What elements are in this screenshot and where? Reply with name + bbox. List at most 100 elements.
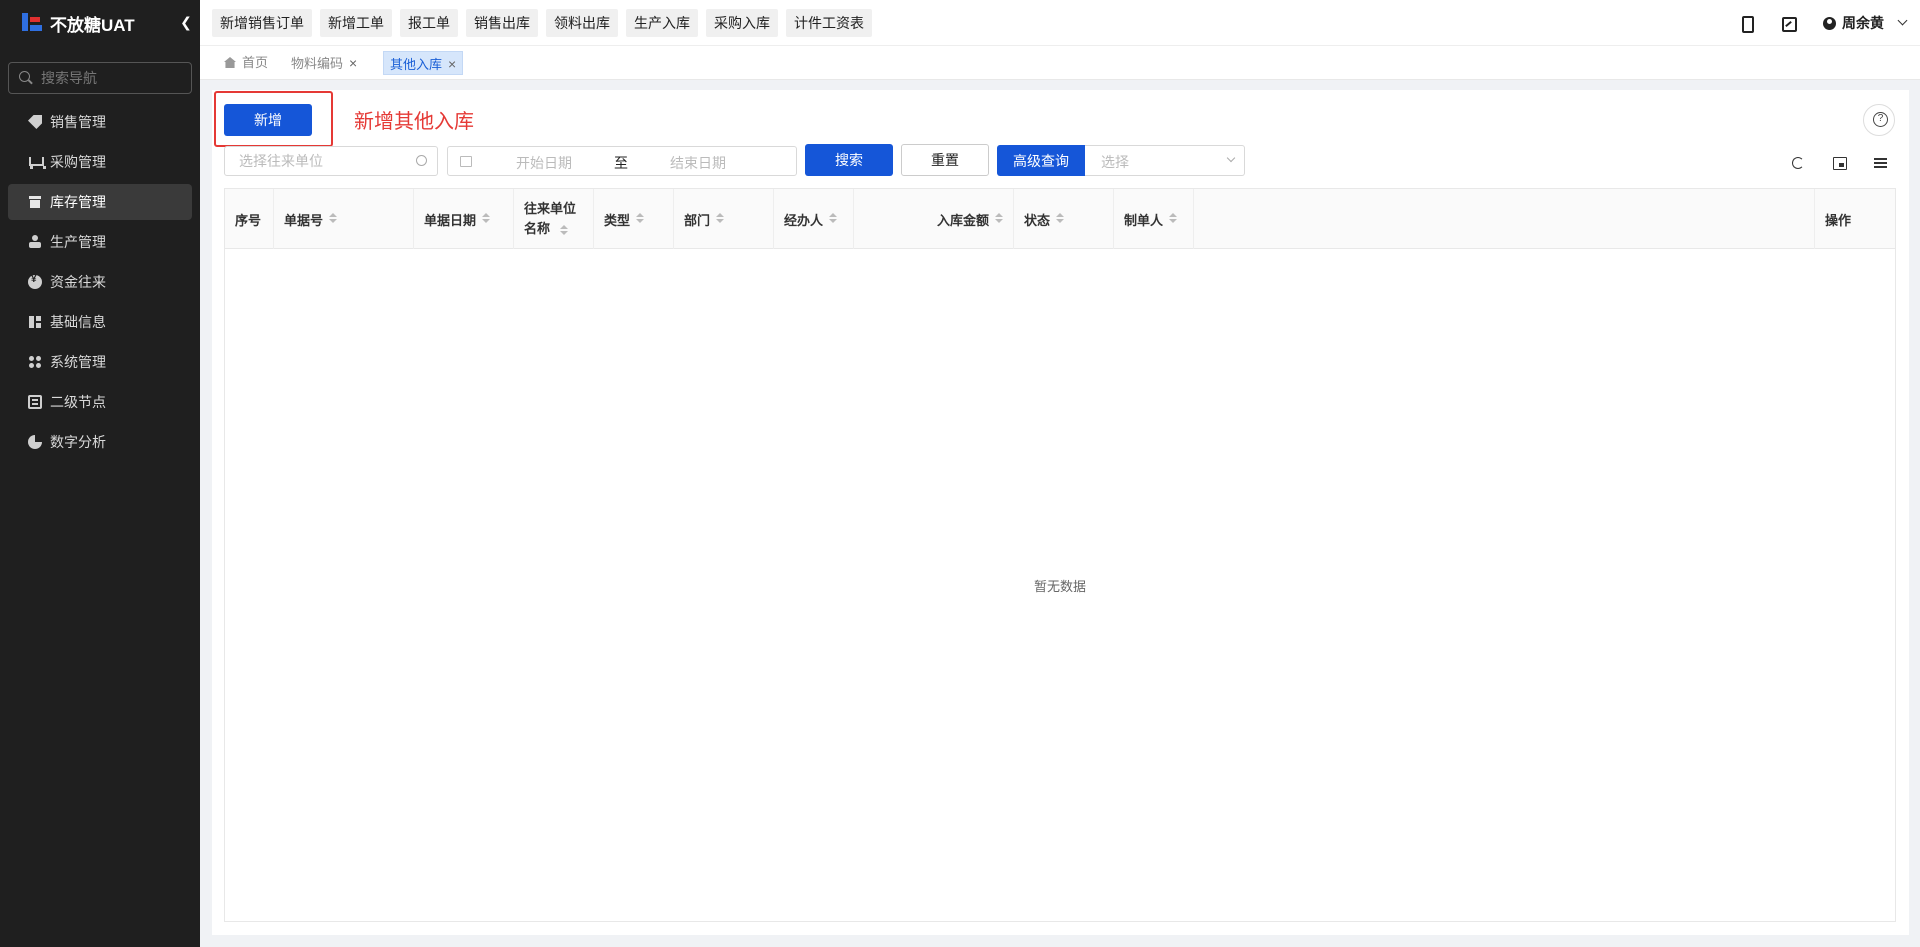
sort-icon[interactable] bbox=[1169, 213, 1178, 225]
column-header-status[interactable]: 状态 bbox=[1014, 189, 1114, 249]
collapse-sidebar-icon[interactable]: ❮ bbox=[178, 14, 194, 30]
production-icon bbox=[28, 235, 42, 249]
home-icon bbox=[224, 57, 236, 68]
column-header-doc-no[interactable]: 单据号 bbox=[274, 189, 414, 249]
partner-select[interactable] bbox=[224, 146, 438, 176]
mobile-icon[interactable] bbox=[1739, 15, 1755, 33]
sidebar-item-purchase[interactable]: 采购管理 bbox=[8, 144, 192, 180]
column-header-handler[interactable]: 经办人 bbox=[774, 189, 854, 249]
sort-icon[interactable] bbox=[560, 225, 568, 237]
help-icon[interactable] bbox=[1863, 104, 1895, 136]
start-date-input[interactable]: 开始日期 bbox=[516, 153, 572, 173]
node-icon bbox=[28, 395, 42, 409]
sidebar-item-label: 采购管理 bbox=[50, 154, 106, 170]
sort-icon[interactable] bbox=[329, 213, 338, 225]
table-header: 序号 单据号 单据日期 往来单位名称 类型 部门 经办人 入库金额 状态 制单人… bbox=[225, 189, 1895, 249]
cart-icon bbox=[28, 155, 46, 169]
chevron-down-icon bbox=[1226, 153, 1236, 163]
empty-state: 暂无数据 bbox=[225, 249, 1895, 921]
column-header-type[interactable]: 类型 bbox=[594, 189, 674, 249]
sidebar-item-base-info[interactable]: 基础信息 bbox=[8, 304, 192, 340]
column-label: 经办人 bbox=[784, 212, 824, 228]
column-header-department[interactable]: 部门 bbox=[674, 189, 774, 249]
column-header-doc-date[interactable]: 单据日期 bbox=[414, 189, 514, 249]
page-tabs: 首页 物料编码 × 其他入库 × bbox=[200, 46, 1920, 80]
sort-icon[interactable] bbox=[482, 213, 491, 225]
column-label: 状态 bbox=[1024, 212, 1051, 228]
refresh-icon[interactable] bbox=[1790, 155, 1806, 171]
date-range-picker[interactable]: 开始日期 至 结束日期 bbox=[447, 146, 797, 176]
brand-title: 不放糖UAT bbox=[50, 15, 135, 35]
sidebar-item-inventory[interactable]: 库存管理 bbox=[8, 184, 192, 220]
sidebar-item-sub-node[interactable]: 二级节点 bbox=[8, 384, 192, 420]
user-icon bbox=[1823, 16, 1836, 30]
sidebar-item-label: 系统管理 bbox=[50, 354, 106, 370]
density-icon[interactable] bbox=[1832, 155, 1848, 171]
column-header-amount[interactable]: 入库金额 bbox=[854, 189, 1014, 249]
sidebar-item-finance[interactable]: 资金往来 bbox=[8, 264, 192, 300]
sort-icon[interactable] bbox=[716, 213, 725, 225]
range-separator: 至 bbox=[614, 155, 628, 171]
sidebar-item-production[interactable]: 生产管理 bbox=[8, 224, 192, 260]
tag-icon bbox=[28, 115, 42, 129]
column-label: 单据日期 bbox=[424, 212, 477, 228]
system-icon bbox=[28, 355, 42, 369]
quick-link-work-report[interactable]: 报工单 bbox=[400, 9, 458, 37]
nav-search-input[interactable] bbox=[41, 70, 181, 86]
add-annotation: 新增其他入库 bbox=[354, 111, 474, 133]
sidebar: 不放糖UAT ❮ 销售管理 采购管理 库存管理 生产管理 资金往来 基础信息 系… bbox=[0, 0, 200, 947]
column-header-actions: 操作 bbox=[1815, 189, 1895, 249]
column-label: 单据号 bbox=[284, 212, 324, 228]
sidebar-item-label: 资金往来 bbox=[50, 274, 106, 290]
top-bar: 新增销售订单 新增工单 报工单 销售出库 领料出库 生产入库 采购入库 计件工资… bbox=[200, 0, 1920, 46]
brand: 不放糖UAT ❮ bbox=[0, 0, 200, 46]
sort-icon[interactable] bbox=[1056, 213, 1065, 225]
sidebar-item-system[interactable]: 系统管理 bbox=[8, 344, 192, 380]
brand-logo-icon bbox=[20, 11, 44, 35]
sidebar-item-label: 数字分析 bbox=[50, 434, 106, 450]
add-button[interactable]: 新增 bbox=[224, 104, 312, 136]
calendar-icon bbox=[460, 156, 472, 167]
sort-icon[interactable] bbox=[829, 213, 838, 225]
quick-link-material-outbound[interactable]: 领料出库 bbox=[546, 9, 618, 37]
tab-other-inbound[interactable]: 其他入库 × bbox=[383, 51, 464, 76]
column-header-filler bbox=[1194, 189, 1815, 249]
sidebar-item-label: 销售管理 bbox=[50, 114, 106, 130]
column-label: 制单人 bbox=[1124, 212, 1164, 228]
money-icon bbox=[28, 274, 42, 289]
sidebar-item-analytics[interactable]: 数字分析 bbox=[8, 424, 192, 460]
dashboard-icon[interactable] bbox=[1781, 15, 1797, 32]
advanced-query-select[interactable]: 选择 bbox=[1085, 145, 1245, 176]
column-label: 操作 bbox=[1825, 212, 1852, 228]
tab-label: 物料编码 bbox=[291, 56, 344, 71]
quick-link-new-sales-order[interactable]: 新增销售订单 bbox=[212, 9, 312, 37]
search-icon bbox=[416, 155, 427, 166]
close-icon[interactable]: × bbox=[448, 52, 456, 76]
sidebar-item-label: 基础信息 bbox=[50, 314, 106, 330]
search-button[interactable]: 搜索 bbox=[805, 144, 893, 176]
quick-link-piecework-wage[interactable]: 计件工资表 bbox=[786, 9, 872, 37]
end-date-input[interactable]: 结束日期 bbox=[670, 153, 726, 173]
column-settings-icon[interactable] bbox=[1873, 155, 1889, 171]
close-icon[interactable]: × bbox=[349, 51, 357, 75]
user-menu[interactable]: 周余黄 bbox=[1823, 13, 1884, 33]
nav-search bbox=[8, 62, 192, 94]
reset-button[interactable]: 重置 bbox=[901, 144, 989, 176]
column-header-creator[interactable]: 制单人 bbox=[1114, 189, 1194, 249]
quick-link-production-inbound[interactable]: 生产入库 bbox=[626, 9, 698, 37]
advanced-query-button[interactable]: 高级查询 bbox=[997, 145, 1085, 176]
quick-link-sales-outbound[interactable]: 销售出库 bbox=[466, 9, 538, 37]
sidebar-item-sales[interactable]: 销售管理 bbox=[8, 104, 192, 140]
column-label: 序号 bbox=[235, 212, 262, 228]
column-header-partner[interactable]: 往来单位名称 bbox=[514, 189, 594, 249]
sort-icon[interactable] bbox=[636, 213, 645, 225]
inbound-table: 序号 单据号 单据日期 往来单位名称 类型 部门 经办人 入库金额 状态 制单人… bbox=[224, 188, 1896, 922]
column-header-index: 序号 bbox=[225, 189, 274, 249]
sort-icon[interactable] bbox=[995, 213, 1003, 225]
quick-link-purchase-inbound[interactable]: 采购入库 bbox=[706, 9, 778, 37]
column-label: 往来单位名称 bbox=[524, 201, 577, 236]
tab-label: 首页 bbox=[242, 55, 269, 70]
quick-link-new-work-order[interactable]: 新增工单 bbox=[320, 9, 392, 37]
tab-material-code[interactable]: 物料编码 × bbox=[285, 51, 363, 75]
tab-home[interactable]: 首页 bbox=[218, 51, 274, 75]
